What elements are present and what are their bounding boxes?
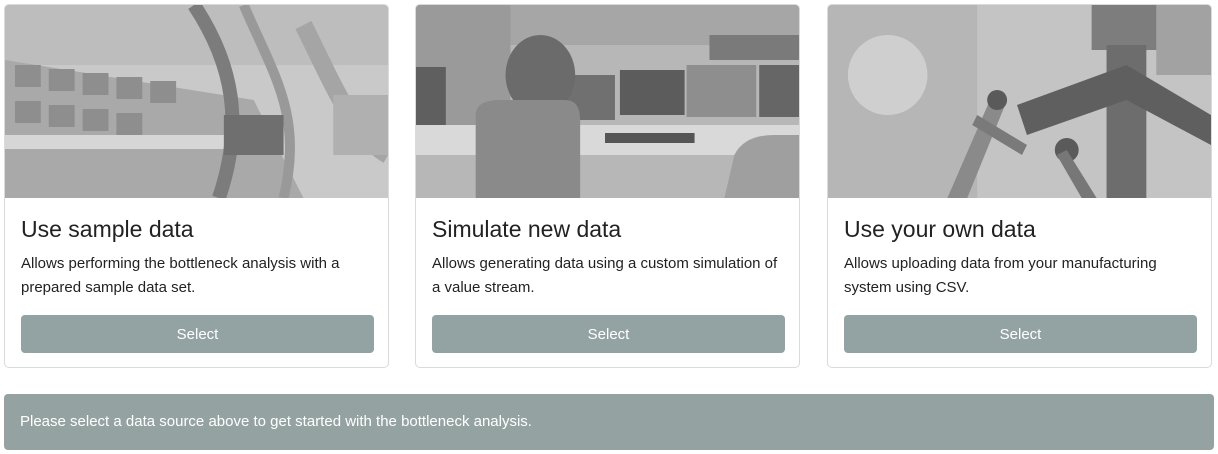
- alert-message: Please select a data source above to get…: [20, 413, 532, 430]
- info-alert: Please select a data source above to get…: [4, 394, 1214, 450]
- control-room-photo: [416, 5, 799, 198]
- select-sample-data-button[interactable]: Select: [21, 315, 374, 353]
- data-source-cards: Use sample data Allows performing the bo…: [4, 4, 1214, 370]
- select-own-data-button[interactable]: Select: [844, 315, 1197, 353]
- card-title: Use sample data: [21, 216, 194, 242]
- select-simulate-data-button[interactable]: Select: [432, 315, 785, 353]
- card-description: Allows uploading data from your manufact…: [844, 255, 1157, 296]
- card-simulate-data: Simulate new data Allows generating data…: [415, 4, 800, 368]
- card-title: Use your own data: [844, 216, 1036, 242]
- machinery-photo: [828, 5, 1211, 198]
- card-description: Allows performing the bottleneck analysi…: [21, 255, 340, 296]
- card-title: Simulate new data: [432, 216, 622, 242]
- card-own-data: Use your own data Allows uploading data …: [827, 4, 1212, 368]
- card-sample-data: Use sample data Allows performing the bo…: [4, 4, 389, 368]
- card-description: Allows generating data using a custom si…: [432, 255, 778, 296]
- network-switch-photo: [5, 5, 388, 198]
